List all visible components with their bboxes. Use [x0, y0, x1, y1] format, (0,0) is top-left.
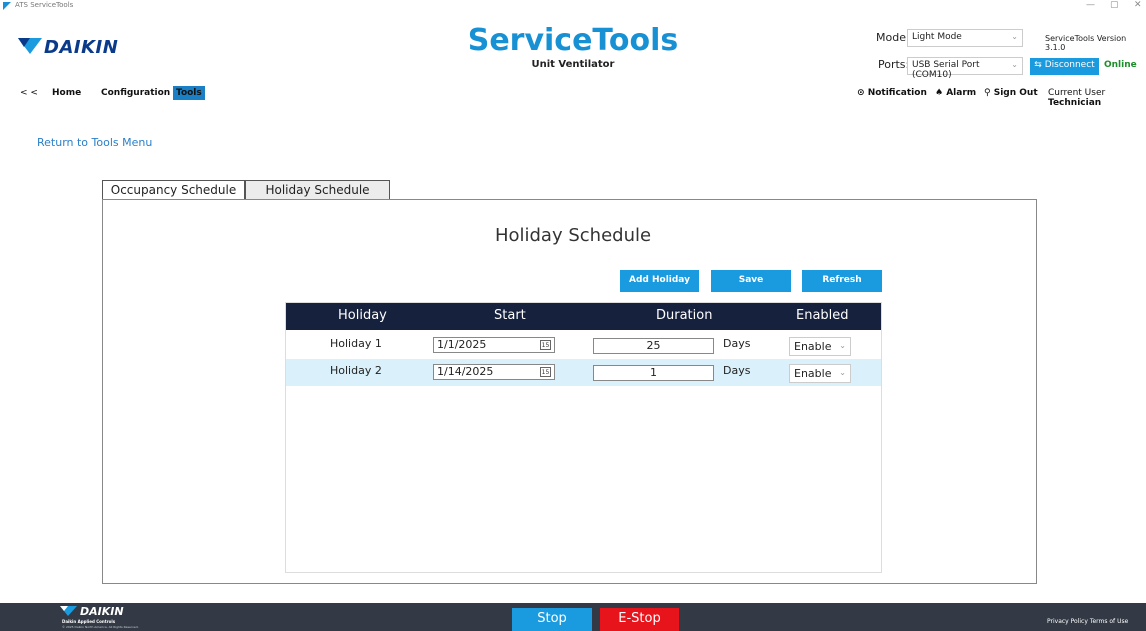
- current-user-name: Technician: [1048, 98, 1102, 108]
- enabled-value: Enable: [794, 340, 832, 353]
- duration-input[interactable]: 25: [593, 338, 714, 354]
- sign-out-label: Sign Out: [993, 88, 1038, 98]
- chevron-down-icon: ⌄: [1011, 32, 1018, 41]
- table-row: Holiday 1 1/1/2025 15 25 Days Enable ⌄: [286, 332, 881, 359]
- user-icon: ⚲: [984, 88, 994, 98]
- column-header-start: Start: [494, 308, 526, 323]
- ports-label: Ports:: [878, 58, 910, 71]
- tab-occupancy-schedule[interactable]: Occupancy Schedule: [102, 180, 245, 200]
- start-date-input[interactable]: 1/14/2025 15: [433, 364, 555, 380]
- app-icon: [3, 2, 11, 10]
- duration-input[interactable]: 1: [593, 365, 714, 381]
- duration-unit: Days: [723, 364, 751, 377]
- privacy-policy-link[interactable]: Privacy Policy: [1047, 618, 1088, 625]
- bell-icon: ♠: [935, 88, 947, 98]
- nav-home[interactable]: Home: [52, 88, 81, 98]
- column-header-duration: Duration: [656, 308, 713, 323]
- current-user-label: Current User: [1048, 88, 1106, 98]
- footer-copyright: © 2025 Daikin North America. All Rights …: [62, 625, 139, 629]
- start-date-input[interactable]: 1/1/2025 15: [433, 337, 555, 353]
- collapse-nav-button[interactable]: < <: [20, 88, 38, 98]
- save-button[interactable]: Save: [711, 270, 791, 292]
- chevron-down-icon: ⌄: [839, 341, 846, 350]
- connection-status: Online: [1104, 60, 1137, 70]
- alarm-link[interactable]: ♠ Alarm: [935, 88, 976, 98]
- clock-icon: ⊙: [857, 88, 868, 98]
- column-header-enabled: Enabled: [796, 308, 849, 323]
- minimize-icon[interactable]: —: [1086, 0, 1095, 10]
- holiday-name: Holiday 1: [330, 337, 382, 350]
- enabled-select[interactable]: Enable ⌄: [789, 337, 851, 356]
- disconnect-label: Disconnect: [1044, 60, 1095, 70]
- start-date-value: 1/14/2025: [437, 365, 494, 378]
- calendar-icon[interactable]: 15: [540, 367, 551, 377]
- footer-company: Daikin Applied Controls: [62, 619, 116, 624]
- daikin-logo-icon: [60, 606, 77, 616]
- version-text: ServiceTools Version 3.1.0: [1045, 34, 1127, 52]
- usb-icon: ⇆: [1034, 60, 1045, 70]
- e-stop-button[interactable]: E-Stop: [600, 608, 679, 631]
- column-header-holiday: Holiday: [338, 308, 387, 323]
- table-header: Holiday Start Duration Enabled: [286, 303, 881, 330]
- tab-holiday-schedule[interactable]: Holiday Schedule: [245, 180, 390, 200]
- holiday-name: Holiday 2: [330, 364, 382, 377]
- add-holiday-button[interactable]: Add Holiday: [620, 270, 699, 292]
- duration-unit: Days: [723, 337, 751, 350]
- notification-label: Notification: [867, 88, 927, 98]
- return-to-tools-link[interactable]: Return to Tools Menu: [37, 136, 152, 149]
- start-date-value: 1/1/2025: [437, 338, 487, 351]
- terms-of-use-link[interactable]: Terms of Use: [1090, 618, 1128, 625]
- nav-tools[interactable]: Tools: [173, 86, 205, 100]
- panel-title: Holiday Schedule: [494, 225, 652, 246]
- footer-logo-text: DAIKIN: [80, 605, 124, 618]
- refresh-button[interactable]: Refresh: [802, 270, 882, 292]
- close-icon[interactable]: ✕: [1134, 0, 1142, 10]
- footer-logo: DAIKIN: [60, 605, 124, 620]
- window-titlebar: ATS ServiceTools — ▢ ✕: [0, 0, 1146, 14]
- nav-configuration[interactable]: Configuration: [101, 88, 170, 98]
- chevron-down-icon: ⌄: [1011, 60, 1018, 69]
- maximize-icon[interactable]: ▢: [1110, 0, 1119, 10]
- ports-select[interactable]: USB Serial Port (COM10) ⌄: [907, 57, 1023, 80]
- footer-links: Privacy Policy Terms of Use: [1047, 618, 1128, 625]
- alarm-label: Alarm: [946, 88, 977, 98]
- current-user: Current User Technician: [1048, 88, 1146, 108]
- mode-select[interactable]: Light Mode ⌄: [907, 29, 1023, 47]
- holiday-table: Holiday Start Duration Enabled Holiday 1…: [285, 302, 882, 573]
- window-title: ATS ServiceTools: [15, 1, 74, 9]
- mode-select-value: Light Mode: [912, 32, 962, 42]
- notification-link[interactable]: ⊙ Notification: [857, 88, 927, 98]
- mode-label: Mode:: [876, 31, 910, 44]
- calendar-icon[interactable]: 15: [540, 340, 551, 350]
- enabled-select[interactable]: Enable ⌄: [789, 364, 851, 383]
- disconnect-button[interactable]: ⇆ Disconnect: [1030, 58, 1099, 75]
- enabled-value: Enable: [794, 367, 832, 380]
- sign-out-link[interactable]: ⚲ Sign Out: [984, 88, 1038, 98]
- ports-select-value: USB Serial Port (COM10): [912, 60, 980, 80]
- table-row: Holiday 2 1/14/2025 15 1 Days Enable ⌄: [286, 359, 881, 386]
- chevron-down-icon: ⌄: [839, 368, 846, 377]
- stop-button[interactable]: Stop: [512, 608, 592, 631]
